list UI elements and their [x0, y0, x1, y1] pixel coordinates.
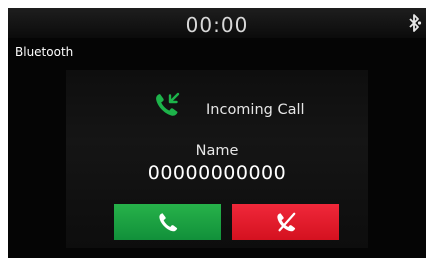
accept-call-button[interactable] — [114, 204, 221, 240]
bluetooth-phone-icon — [409, 14, 422, 32]
phone-icon — [158, 213, 177, 232]
clock: 00:00 — [185, 13, 249, 37]
caller-name: Name — [195, 143, 239, 159]
app-title: Bluetooth — [15, 45, 74, 59]
reject-call-button[interactable] — [232, 204, 339, 240]
incoming-call-icon — [156, 92, 180, 116]
incoming-call-panel: Incoming Call Name 00000000000 — [66, 70, 368, 248]
call-title: Incoming Call — [206, 102, 305, 118]
status-bar: 00:00 — [8, 8, 426, 38]
caller-number: 00000000000 — [147, 162, 287, 184]
screen: 00:00 Bluetooth Incoming Call Name 00000… — [8, 8, 426, 258]
hang-up-icon — [276, 212, 295, 232]
